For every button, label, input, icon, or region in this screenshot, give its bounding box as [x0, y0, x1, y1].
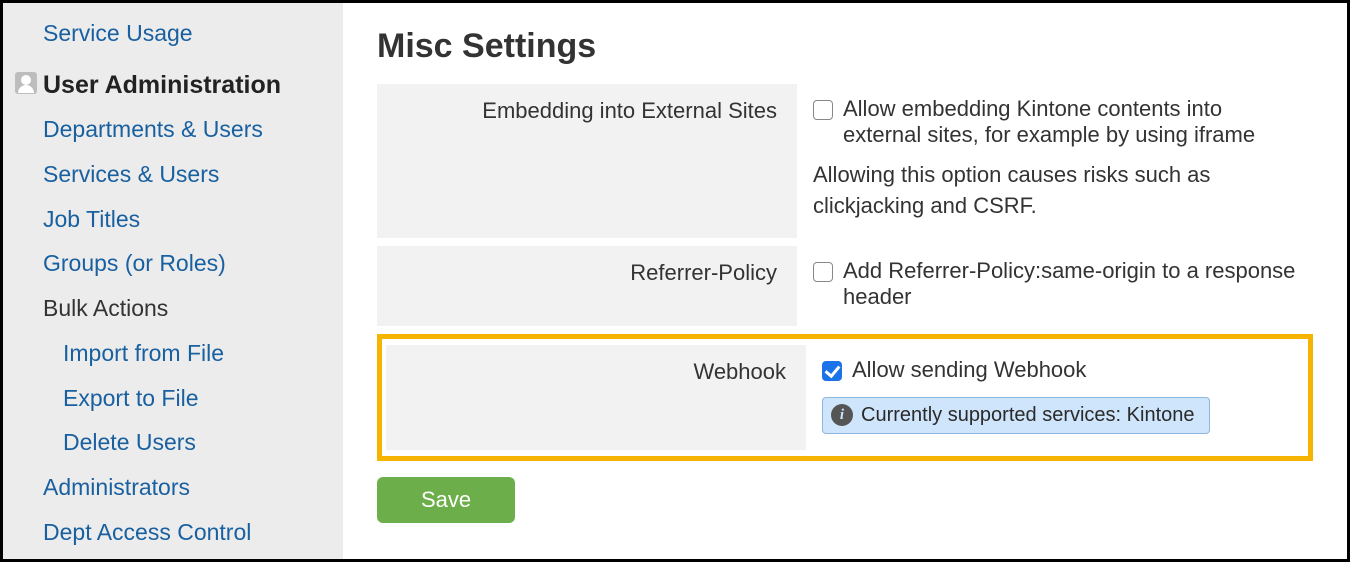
- sidebar-link-dept-access[interactable]: Dept Access Control: [43, 510, 343, 555]
- row-embedding: Embedding into External Sites Allow embe…: [377, 84, 1313, 238]
- sidebar-bulk-items: Import from File Export to File Delete U…: [43, 331, 343, 465]
- referrer-checkbox-row[interactable]: Add Referrer-Policy:same-origin to a res…: [813, 258, 1297, 310]
- page-title: Misc Settings: [377, 27, 1313, 66]
- sidebar-user-admin-items: Departments & Users Services & Users Job…: [3, 107, 343, 555]
- sidebar-section-user-admin: User Administration: [3, 56, 343, 107]
- row-referrer-value: Add Referrer-Policy:same-origin to a res…: [797, 246, 1313, 326]
- sidebar-link-job-titles[interactable]: Job Titles: [43, 197, 343, 242]
- sidebar-link-administrators[interactable]: Administrators: [43, 465, 343, 510]
- row-webhook-label: Webhook: [386, 345, 806, 450]
- sidebar-link-departments-users[interactable]: Departments & Users: [43, 107, 343, 152]
- user-icon: [15, 72, 37, 94]
- webhook-info-text: Currently supported services: Kintone: [861, 404, 1195, 427]
- webhook-checkbox-row[interactable]: Allow sending Webhook: [822, 357, 1288, 383]
- sidebar-link-import-file[interactable]: Import from File: [43, 331, 343, 376]
- webhook-checkbox-label: Allow sending Webhook: [852, 357, 1086, 383]
- save-button[interactable]: Save: [377, 477, 515, 523]
- row-referrer: Referrer-Policy Add Referrer-Policy:same…: [377, 246, 1313, 326]
- webhook-checkbox[interactable]: [822, 361, 842, 381]
- sidebar-subsection-bulk: Bulk Actions: [43, 286, 343, 331]
- sidebar-section-title: User Administration: [43, 70, 343, 101]
- row-embedding-value: Allow embedding Kintone contents into ex…: [797, 84, 1313, 238]
- sidebar-link-services-users[interactable]: Services & Users: [43, 152, 343, 197]
- referrer-checkbox[interactable]: [813, 262, 833, 282]
- sidebar-link-service-usage[interactable]: Service Usage: [3, 11, 343, 56]
- sidebar-link-export-file[interactable]: Export to File: [43, 376, 343, 421]
- embedding-hint: Allowing this option causes risks such a…: [813, 160, 1297, 222]
- info-icon: i: [831, 404, 853, 426]
- sidebar-link-groups-roles[interactable]: Groups (or Roles): [43, 241, 343, 286]
- referrer-checkbox-label: Add Referrer-Policy:same-origin to a res…: [843, 258, 1297, 310]
- row-webhook: Webhook Allow sending Webhook i Currentl…: [386, 345, 1304, 450]
- sidebar: Service Usage User Administration Depart…: [3, 3, 343, 559]
- row-webhook-value: Allow sending Webhook i Currently suppor…: [806, 345, 1304, 450]
- embedding-checkbox-label: Allow embedding Kintone contents into ex…: [843, 96, 1297, 148]
- row-referrer-label: Referrer-Policy: [377, 246, 797, 326]
- main-content: Misc Settings Embedding into External Si…: [343, 3, 1347, 559]
- sidebar-link-delete-users[interactable]: Delete Users: [43, 420, 343, 465]
- embedding-checkbox[interactable]: [813, 100, 833, 120]
- webhook-highlight: Webhook Allow sending Webhook i Currentl…: [377, 334, 1313, 461]
- embedding-checkbox-row[interactable]: Allow embedding Kintone contents into ex…: [813, 96, 1297, 148]
- webhook-info-pill: i Currently supported services: Kintone: [822, 397, 1210, 434]
- row-embedding-label: Embedding into External Sites: [377, 84, 797, 238]
